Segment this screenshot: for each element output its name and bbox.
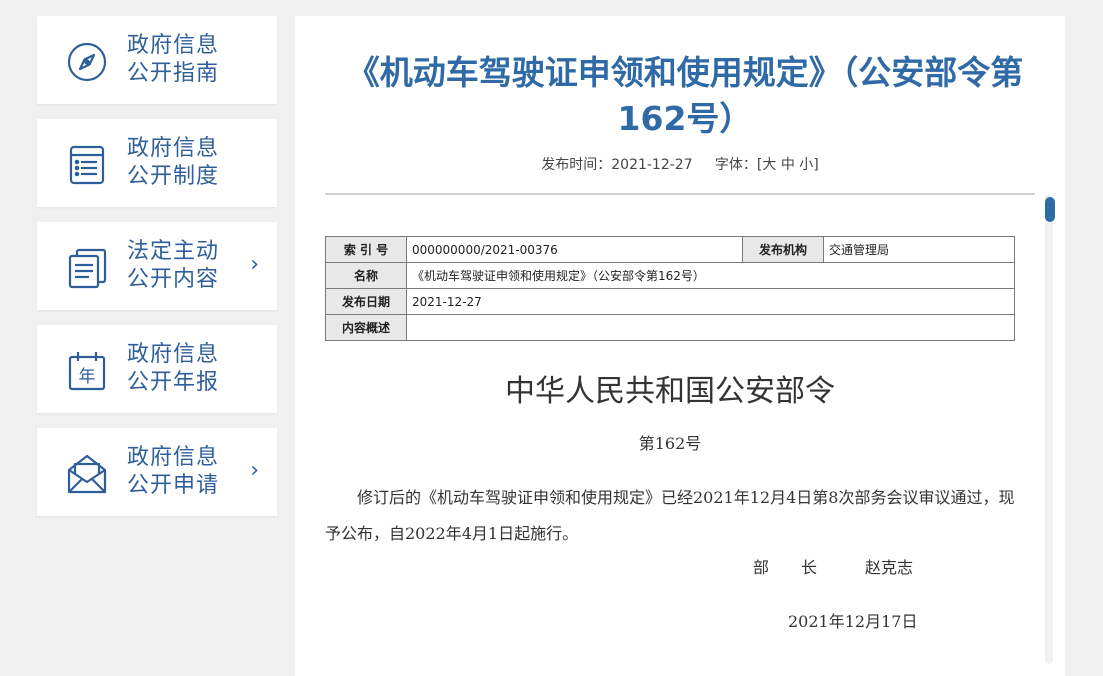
chevron-right-icon: › (250, 458, 259, 483)
summary-label: 内容概述 (325, 314, 407, 341)
name-label: 名称 (325, 262, 407, 289)
documents-stack-icon (65, 246, 109, 290)
document-issuer: 中华人民共和国公安部令 (505, 374, 835, 409)
org-label: 发布机构 (742, 236, 824, 263)
sidebar-item-disclosure-application[interactable]: 政府信息 公开申请 › (37, 428, 277, 516)
sidebar-item-disclosure-system[interactable]: 政府信息 公开制度 (37, 119, 277, 207)
sidebar-item-label: 政府信息 公开制度 (127, 136, 220, 189)
scrollbar-thumb[interactable] (1045, 197, 1055, 222)
chevron-right-icon: › (250, 252, 259, 277)
table-row: 发布日期 2021-12-27 (325, 288, 1015, 315)
font-size-medium-link[interactable]: 中 (781, 157, 795, 173)
document-number: 第162号 (638, 434, 702, 453)
compass-icon (65, 40, 109, 84)
publish-label: 发布时间： (541, 157, 612, 173)
list-document-icon (65, 143, 109, 187)
publish-date: 2021-12-27 (611, 157, 693, 173)
index-value: 000000000/2021-00376 (406, 236, 743, 263)
table-row: 内容概述 (325, 314, 1015, 341)
sidebar-item-disclosure-guide[interactable]: 政府信息 公开指南 (37, 16, 277, 104)
signer-name: 赵克志 (865, 558, 914, 577)
sidebar-item-label: 法定主动 公开内容 (127, 239, 220, 292)
name-value: 《机动车驾驶证申领和使用规定》（公安部令第162号） (406, 262, 1015, 289)
mail-open-icon (65, 452, 109, 496)
org-value: 交通管理局 (823, 236, 1015, 263)
table-row: 名称 《机动车驾驶证申领和使用规定》（公安部令第162号） (325, 262, 1015, 289)
document-signature: 部 长 赵克志 (753, 554, 913, 578)
title-divider (325, 193, 1035, 195)
document-sign-date: 2021年12月17日 (788, 612, 918, 631)
table-row: 索 引 号 000000000/2021-00376 发布机构 交通管理局 (325, 236, 1015, 263)
date-value: 2021-12-27 (406, 288, 1015, 315)
sidebar-item-label: 政府信息 公开申请 (127, 445, 220, 498)
sidebar-item-statutory-content[interactable]: 法定主动 公开内容 › (37, 222, 277, 310)
svg-text:年: 年 (79, 367, 96, 387)
sidebar-item-label: 政府信息 公开年报 (127, 342, 220, 395)
font-size-large-link[interactable]: 大 (762, 157, 776, 173)
article-meta: 发布时间：2021-12-27 字体：[大 中 小] (295, 154, 1065, 174)
signer-title: 部 长 (753, 558, 818, 577)
calendar-year-icon: 年 (65, 349, 109, 393)
page-title: 《机动车驾驶证申领和使用规定》（公安部令第162号） (346, 53, 1024, 138)
document-info-table: 索 引 号 000000000/2021-00376 发布机构 交通管理局 名称… (325, 236, 1015, 341)
font-size-label: 字体： (714, 157, 757, 173)
sidebar-item-annual-report[interactable]: 年 政府信息 公开年报 › (37, 325, 277, 413)
scrollbar-track[interactable] (1045, 194, 1053, 664)
font-size-small-link[interactable]: 小 (799, 157, 813, 173)
article-panel: 《机动车驾驶证申领和使用规定》（公安部令第162号） 发布时间：2021-12-… (295, 16, 1065, 676)
bracket-close: ] (813, 157, 819, 173)
sidebar-item-label: 政府信息 公开指南 (127, 33, 220, 86)
index-label: 索 引 号 (325, 236, 407, 263)
date-label: 发布日期 (325, 288, 407, 315)
document-body: 修订后的《机动车驾驶证申领和使用规定》已经2021年12月4日第8次部务会议审议… (325, 488, 1015, 543)
summary-value (406, 314, 1015, 341)
